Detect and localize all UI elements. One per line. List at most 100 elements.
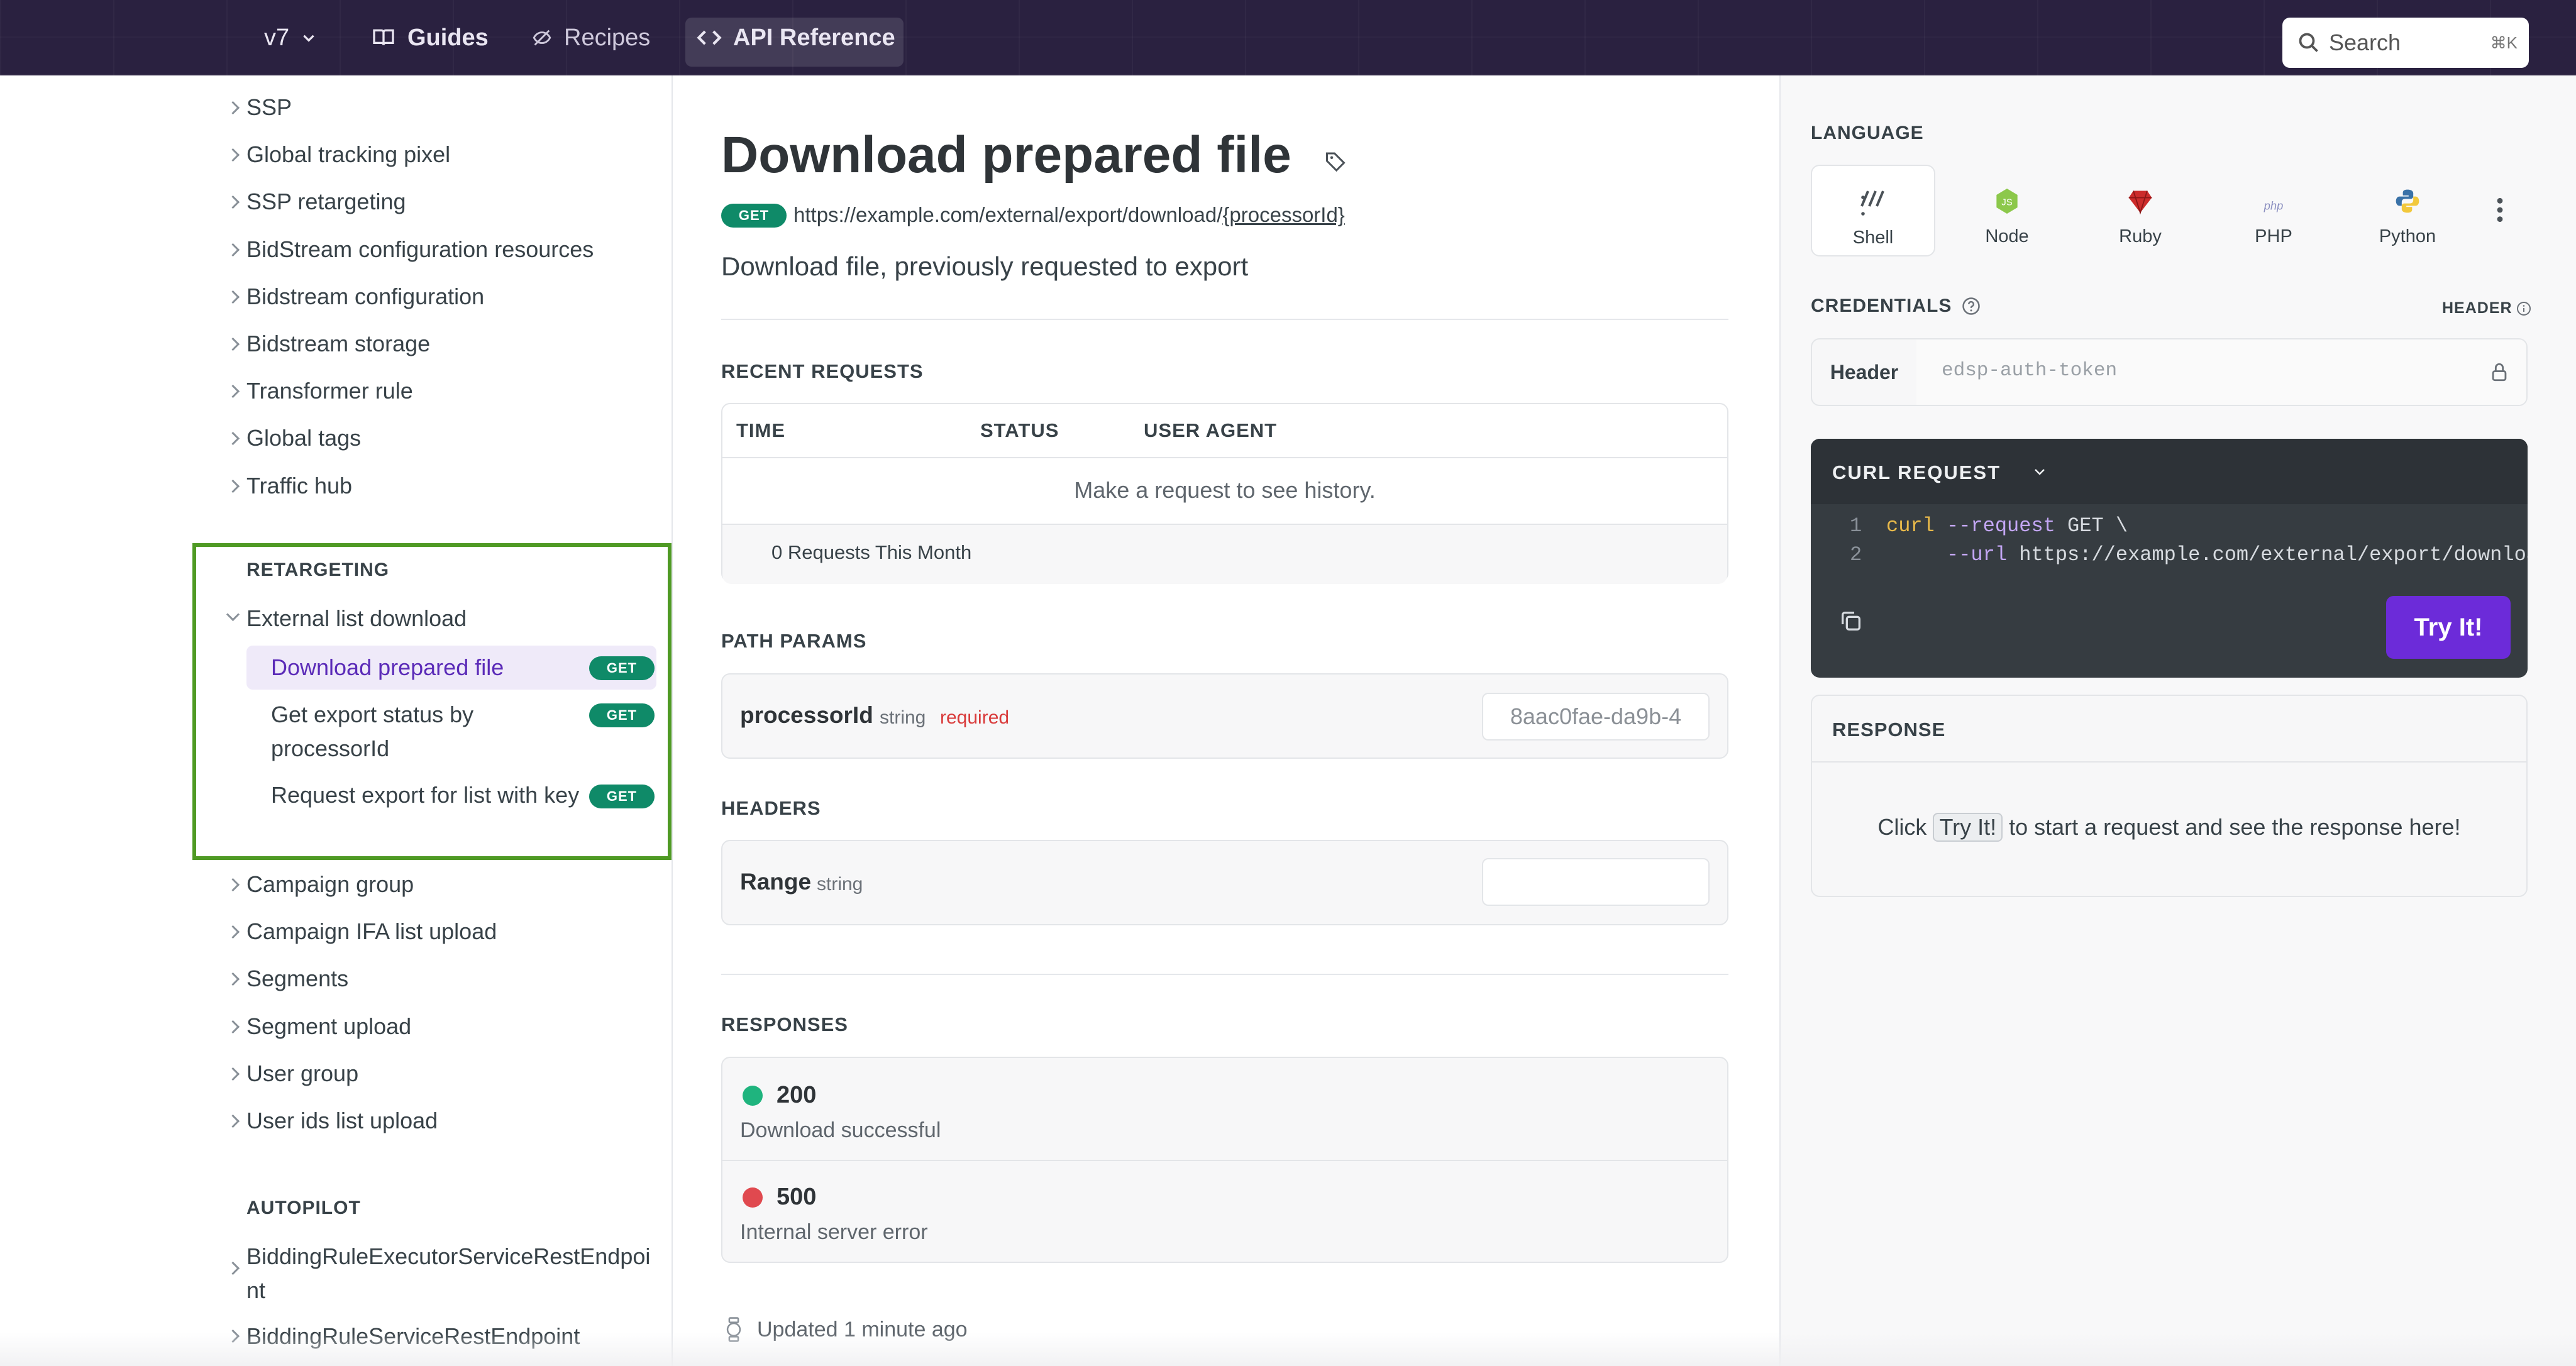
endpoint-description: Download file, previously requested to e… (721, 251, 1249, 281)
auth-token-input[interactable]: edsp-auth-token (1916, 339, 2526, 405)
sidebar-item[interactable]: Global tracking pixel (246, 141, 450, 168)
shell-icon (1860, 190, 1884, 216)
column-header: STATUS (980, 419, 1059, 441)
version-label: v7 (264, 24, 290, 51)
language-label: Python (2379, 226, 2436, 246)
copy-icon[interactable] (1838, 609, 1864, 634)
version-select[interactable]: v7 (264, 0, 317, 75)
response-hint: Click Try It! to start a request and see… (1812, 813, 2526, 842)
divider (721, 319, 1728, 320)
language-ruby[interactable]: Ruby (2078, 165, 2203, 256)
response-200[interactable]: 200 Download successful (722, 1058, 1727, 1160)
tag-icon (1326, 152, 1346, 172)
response-panel: RESPONSE Click Try It! to start a reques… (1811, 695, 2528, 897)
sidebar-item[interactable]: User ids list upload (246, 1108, 438, 1134)
sidebar-item-request-export[interactable]: Request export for list with key (271, 778, 585, 812)
help-icon[interactable] (1962, 297, 1981, 316)
endpoint-url-prefix: https://example.com/external/export/down… (793, 203, 1223, 226)
status-dot-success (743, 1086, 763, 1106)
divider (722, 457, 1727, 458)
range-input[interactable] (1482, 858, 1710, 906)
sidebar-item[interactable]: Bidstream configuration (246, 284, 484, 310)
language-shell[interactable]: Shell (1811, 165, 1935, 256)
page-title-text: Download prepared file (721, 126, 1291, 184)
bottom-fade (0, 1333, 2576, 1366)
sidebar-item[interactable]: Traffic hub (246, 473, 352, 499)
line-number: 2 (1850, 543, 1862, 566)
endpoint-url: https://example.com/external/export/down… (793, 203, 1345, 227)
line-number: 1 (1850, 514, 1862, 537)
sidebar-item[interactable]: Campaign group (246, 871, 414, 898)
curl-title[interactable]: CURL REQUEST (1832, 461, 2001, 484)
sidebar-item[interactable]: SSP (246, 94, 292, 121)
lock-icon (2492, 363, 2507, 382)
info-icon (2516, 301, 2531, 316)
code-line: curl --request GET \ (1886, 514, 2128, 537)
try-it-chip: Try It! (1933, 813, 2003, 842)
header-toggle[interactable]: HEADER (2442, 299, 2531, 317)
language-label: Node (1985, 226, 2029, 246)
nav-api-reference[interactable]: API Reference (697, 0, 895, 75)
code-icon (697, 30, 722, 45)
auth-token-placeholder: edsp-auth-token (1942, 360, 2118, 382)
responses-card: 200 Download successful 500 Internal ser… (721, 1057, 1728, 1263)
curl-header: CURL REQUEST (1811, 439, 2528, 504)
method-badge: GET (721, 204, 787, 228)
search-input[interactable]: Search ⌘K (2282, 18, 2529, 68)
search-placeholder: Search (2329, 30, 2401, 55)
sidebar-item-get-export-status[interactable]: Get export status by processorId (271, 698, 522, 766)
sidebar-item[interactable]: SSP retargeting (246, 189, 406, 215)
sidebar-item[interactable]: User group (246, 1060, 358, 1087)
sidebar-item[interactable]: Campaign IFA list upload (246, 918, 497, 945)
nodejs-icon: JS (1996, 189, 2018, 214)
more-languages-icon[interactable] (2495, 196, 2505, 227)
sidebar-item[interactable]: BidStream configuration resources (246, 236, 594, 263)
language-node[interactable]: JS Node (1945, 165, 2069, 256)
php-icon: php (2264, 199, 2284, 212)
sidebar-item[interactable]: Bidstream storage (246, 331, 430, 357)
chevron-down-icon (303, 35, 314, 42)
processor-id-input[interactable]: 8aac0fae-da9b-4 (1482, 693, 1710, 741)
sidebar-item[interactable]: Segment upload (246, 1013, 411, 1040)
sidebar-item-download-prepared-file[interactable]: Download prepared file (271, 651, 504, 685)
sidebar-item[interactable]: Segments (246, 966, 348, 992)
credentials-field: Header edsp-auth-token (1811, 338, 2528, 406)
search-icon (2299, 33, 2318, 52)
svg-text:php: php (2264, 199, 2284, 212)
book-icon (373, 29, 394, 45)
sidebar-item[interactable]: Global tags (246, 425, 361, 451)
param-required: required (940, 707, 1010, 728)
try-it-button[interactable]: Try It! (2386, 596, 2511, 659)
sidebar-section-retargeting: RETARGETING (246, 559, 390, 580)
header-type: string (817, 874, 863, 895)
recent-requests-empty: Make a request to see history. (1074, 477, 1376, 503)
path-params-title: PATH PARAMS (721, 630, 867, 652)
headers-title: HEADERS (721, 797, 821, 819)
header-name: Range (740, 869, 812, 895)
credentials-title-text: CREDENTIALS (1811, 295, 1952, 316)
requests-count: 0 Requests This Month (771, 541, 972, 563)
param-name: processorId (740, 702, 873, 728)
language-php[interactable]: php PHP (2211, 165, 2336, 256)
response-500[interactable]: 500 Internal server error (722, 1161, 1727, 1263)
chevron-down-icon[interactable] (2032, 464, 2047, 479)
response-code: 200 (777, 1082, 817, 1108)
python-icon (2396, 189, 2419, 213)
recent-requests-title: RECENT REQUESTS (721, 360, 924, 382)
ruby-icon (2128, 190, 2152, 215)
credentials-header-label: Header (1812, 339, 1918, 405)
param-type: string (880, 707, 926, 728)
nav-guides[interactable]: Guides (371, 0, 489, 75)
endpoint-url-param: {processorId} (1222, 203, 1345, 226)
nav-api-reference-label: API Reference (733, 24, 895, 51)
nav-recipes[interactable]: Recipes (531, 0, 650, 75)
language-python[interactable]: Python (2345, 165, 2470, 256)
sidebar-item-bidding-rule-executor[interactable]: BiddingRuleExecutorServiceRestEndpoint (246, 1240, 655, 1308)
sidebar-item[interactable]: Transformer rule (246, 378, 413, 404)
response-hint-pre: Click (1877, 814, 1927, 840)
response-title: RESPONSE (1832, 719, 1946, 741)
method-badge: GET (589, 785, 655, 808)
sidebar-group-external-list-download[interactable]: External list download (246, 605, 467, 632)
response-code: 500 (777, 1184, 817, 1210)
divider (721, 974, 1728, 975)
